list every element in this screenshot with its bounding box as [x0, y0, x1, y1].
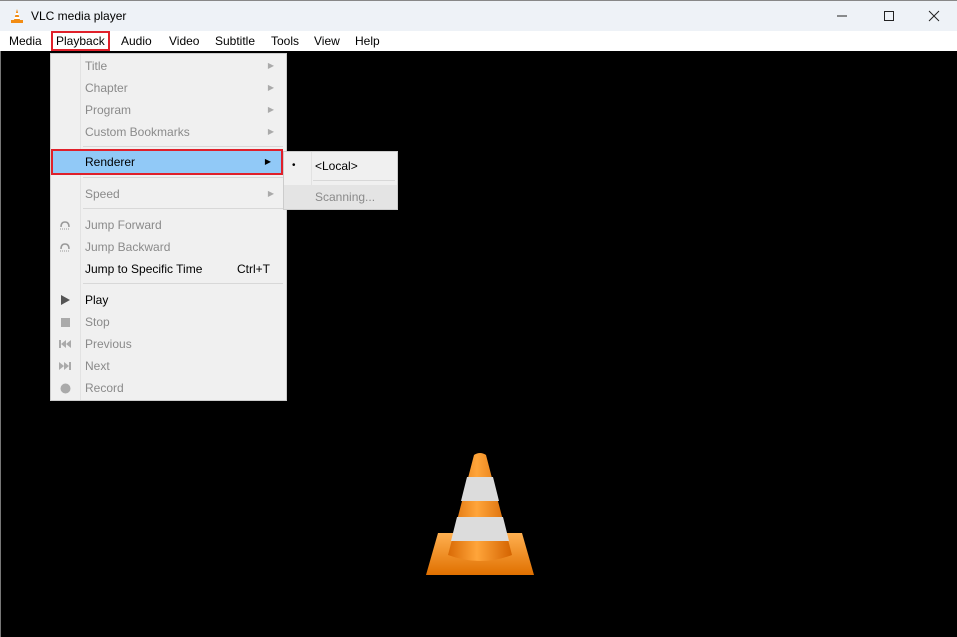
- menu-item-label: Custom Bookmarks: [85, 125, 190, 139]
- menu-item-label: Title: [85, 59, 108, 73]
- window-title: VLC media player: [31, 9, 127, 23]
- previous-icon: [58, 337, 72, 351]
- menu-item-label: Chapter: [85, 81, 128, 95]
- vlc-cone-icon: [11, 9, 23, 23]
- menu-help[interactable]: Help: [352, 31, 383, 51]
- menu-item-chapter[interactable]: Chapter ▶: [51, 77, 286, 99]
- submenu-arrow-icon: ▶: [267, 127, 274, 136]
- play-icon: [58, 293, 72, 307]
- menu-item-label: Scanning...: [315, 190, 376, 204]
- menu-item-renderer[interactable]: Renderer ▶: [51, 149, 283, 175]
- menu-item-label: Play: [85, 293, 109, 307]
- renderer-item-scanning: Scanning...: [284, 185, 397, 209]
- menu-item-jump-backward[interactable]: Jump Backward: [51, 236, 286, 258]
- submenu-arrow-icon: ▶: [267, 61, 274, 70]
- record-icon: [58, 381, 72, 395]
- menu-item-record[interactable]: Record: [51, 377, 286, 399]
- menu-item-next[interactable]: Next: [51, 355, 286, 377]
- maximize-icon: [884, 11, 894, 21]
- menu-item-jump-forward[interactable]: Jump Forward: [51, 214, 286, 236]
- menu-item-play[interactable]: Play: [51, 289, 286, 311]
- jump-backward-icon: [58, 240, 72, 254]
- menu-tools[interactable]: Tools: [268, 31, 302, 51]
- menu-separator: [83, 208, 283, 209]
- renderer-item-local[interactable]: • <Local>: [284, 154, 397, 178]
- submenu-arrow-icon: ▶: [267, 83, 274, 92]
- menu-item-label: Next: [85, 359, 110, 373]
- menu-item-label: Previous: [85, 337, 132, 351]
- renderer-submenu: • <Local> Scanning...: [283, 151, 398, 210]
- menu-item-title[interactable]: Title ▶: [51, 55, 286, 77]
- playback-menu: Title ▶ Chapter ▶ Program ▶ Custom Bookm…: [50, 53, 287, 401]
- minimize-button[interactable]: [819, 1, 865, 31]
- menu-view[interactable]: View: [311, 31, 343, 51]
- submenu-arrow-icon: ▶: [267, 189, 274, 198]
- next-icon: [58, 359, 72, 373]
- menu-item-label: Stop: [85, 315, 110, 329]
- menu-separator: [83, 146, 283, 147]
- menu-separator: [83, 283, 283, 284]
- selected-bullet-icon: •: [292, 160, 296, 171]
- shortcut-label: Ctrl+T: [237, 262, 270, 276]
- menu-item-label: <Local>: [315, 159, 358, 173]
- menu-subtitle[interactable]: Subtitle: [212, 31, 258, 51]
- menu-video[interactable]: Video: [166, 31, 202, 51]
- menu-item-label: Speed: [85, 187, 120, 201]
- menu-item-stop[interactable]: Stop: [51, 311, 286, 333]
- menu-separator: [83, 177, 283, 178]
- stop-icon: [58, 315, 72, 329]
- menu-item-program[interactable]: Program ▶: [51, 99, 286, 121]
- jump-forward-icon: [58, 218, 72, 232]
- menu-item-speed[interactable]: Speed ▶: [51, 183, 286, 205]
- menu-item-jump-to-specific-time[interactable]: Jump to Specific Time Ctrl+T: [51, 258, 286, 280]
- menu-media[interactable]: Media: [6, 31, 45, 51]
- menu-playback[interactable]: Playback: [51, 31, 110, 51]
- maximize-button[interactable]: [866, 1, 912, 31]
- menu-item-label: Jump to Specific Time: [85, 262, 203, 276]
- submenu-arrow-icon: ▶: [267, 105, 274, 114]
- menu-item-label: Jump Backward: [85, 240, 171, 254]
- close-icon: [928, 10, 940, 22]
- vlc-cone-logo: [426, 453, 534, 575]
- menu-separator: [313, 180, 395, 181]
- menu-item-previous[interactable]: Previous: [51, 333, 286, 355]
- submenu-arrow-icon: ▶: [264, 157, 271, 166]
- menu-item-custom-bookmarks[interactable]: Custom Bookmarks ▶: [51, 121, 286, 143]
- menu-item-label: Program: [85, 103, 132, 117]
- menu-item-label: Jump Forward: [85, 218, 162, 232]
- close-button[interactable]: [911, 1, 957, 31]
- menu-item-label: Renderer: [85, 155, 136, 169]
- menu-item-label: Record: [85, 381, 124, 395]
- menu-audio[interactable]: Audio: [118, 31, 155, 51]
- menu-bar: Media Playback Audio Video Subtitle Tool…: [0, 31, 957, 51]
- title-bar: VLC media player: [0, 0, 957, 31]
- minimize-icon: [837, 15, 847, 17]
